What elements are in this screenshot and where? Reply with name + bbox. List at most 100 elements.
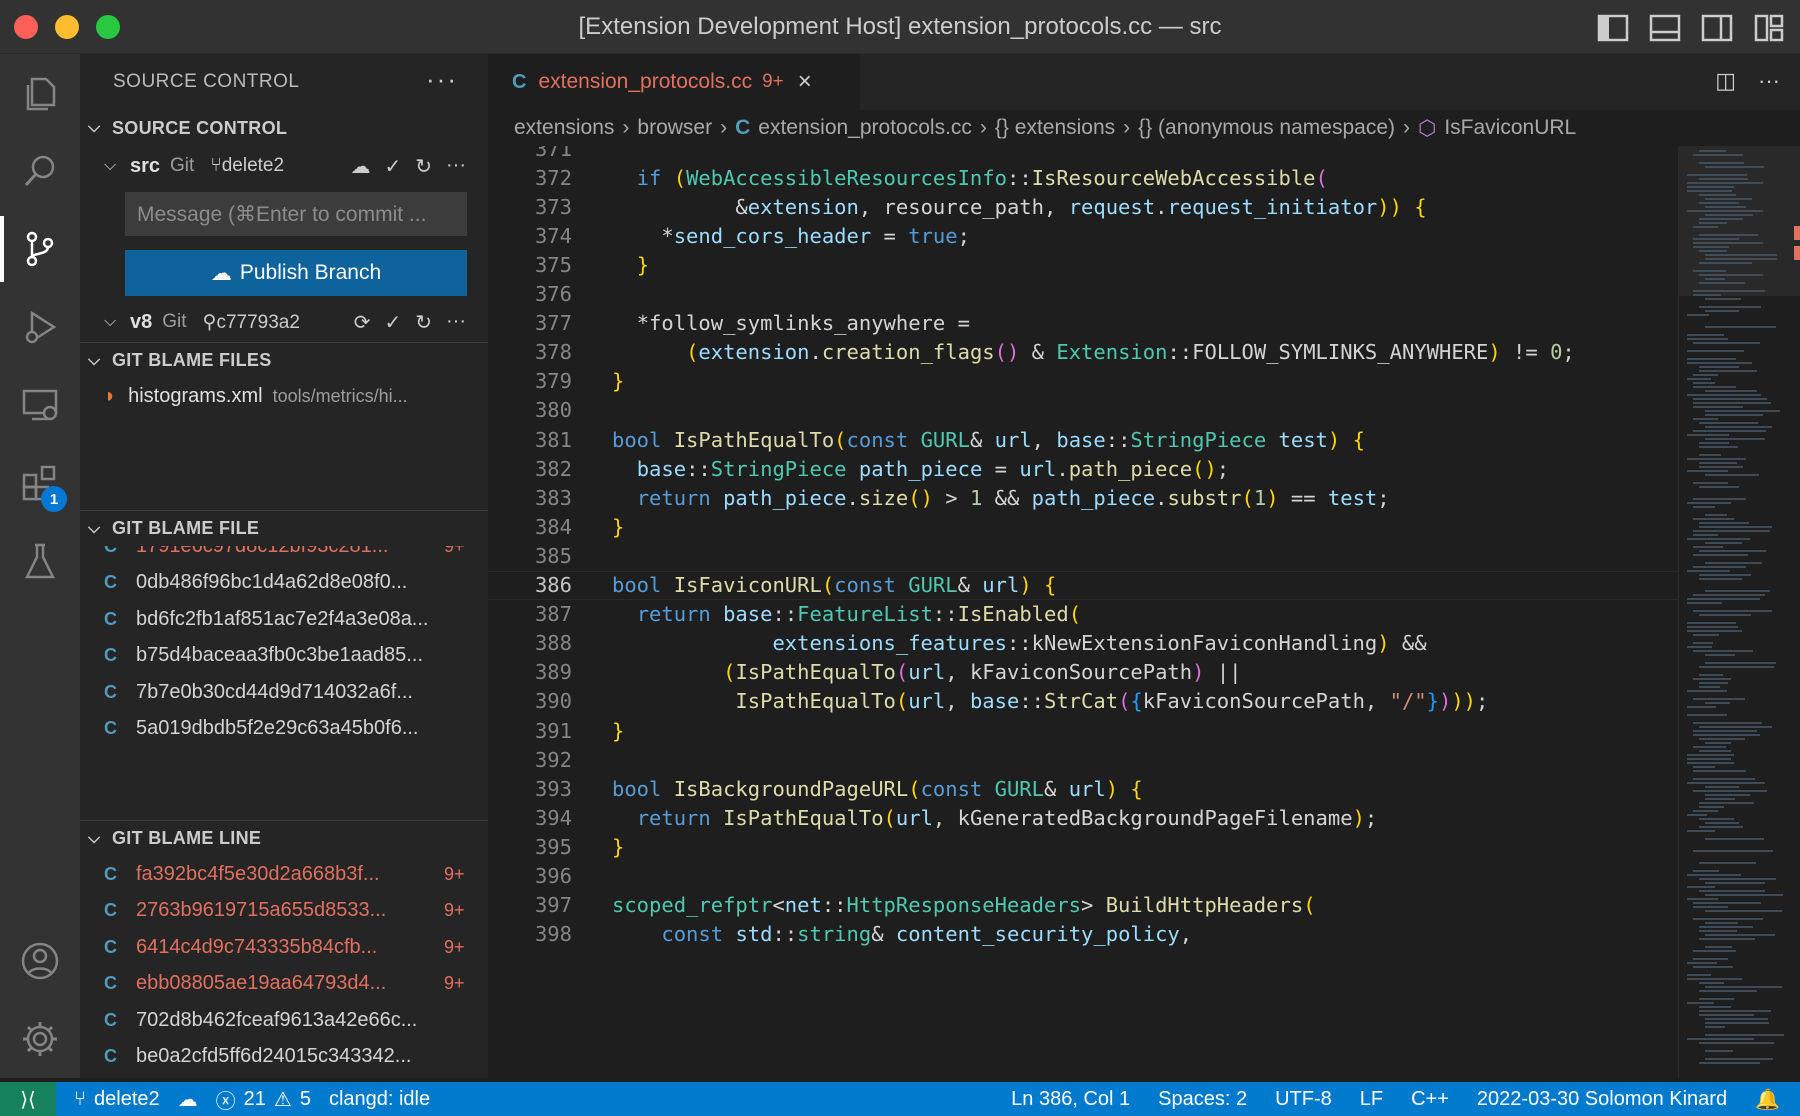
code-line[interactable]: 371 — [488, 146, 1678, 163]
code-line[interactable]: 384} — [488, 512, 1678, 541]
status-problems[interactable]: ⓧ 21 ⚠ 5 — [216, 1085, 311, 1114]
code-line[interactable]: 374 *send_cors_header = true; — [488, 221, 1678, 250]
repo-v8[interactable]: ⌵ v8 Git ⚲c77793a2 ⟳ ✓ ↻ ··· — [80, 302, 488, 342]
breadcrumb-item[interactable]: {} extensions — [995, 116, 1115, 140]
minimap[interactable] — [1678, 146, 1800, 1078]
source-control-activity[interactable] — [0, 210, 80, 288]
more-actions-icon[interactable]: ··· — [446, 310, 466, 335]
commit-check-icon[interactable]: ✓ — [384, 154, 401, 179]
breadcrumb-item[interactable]: extension_protocols.cc — [758, 116, 972, 140]
status-branch[interactable]: ⑂ delete2 — [74, 1088, 160, 1111]
code-line[interactable]: 392 — [488, 745, 1678, 774]
status-eol[interactable]: LF — [1360, 1088, 1383, 1111]
refresh-icon[interactable]: ↻ — [415, 154, 432, 179]
source-control-section-header[interactable]: ⌵ SOURCE CONTROL — [80, 110, 488, 146]
code-line[interactable]: 397 scoped_refptr<net::HttpResponseHeader… — [488, 891, 1678, 920]
remote-indicator[interactable]: ⟩⟨ — [0, 1082, 56, 1116]
breadcrumb-item[interactable]: IsFaviconURL — [1444, 116, 1576, 140]
commit-message-input[interactable]: Message (⌘Enter to commit ... — [125, 192, 467, 236]
code-line[interactable]: 375 } — [488, 250, 1678, 279]
status-cursor-position[interactable]: Ln 386, Col 1 — [1011, 1088, 1130, 1111]
publish-cloud-icon[interactable]: ☁ — [350, 154, 370, 179]
notifications-bell-icon[interactable]: 🔔 — [1755, 1087, 1780, 1112]
git-blame-line-header[interactable]: ⌵ GIT BLAME LINE — [80, 820, 488, 856]
publish-branch-button[interactable]: ☁ Publish Branch — [125, 250, 467, 296]
git-blame-file-header[interactable]: ⌵ GIT BLAME FILE — [80, 510, 488, 546]
more-actions-icon[interactable]: ··· — [446, 154, 466, 179]
status-git-blame[interactable]: 2022-03-30 Solomon Kinard — [1477, 1088, 1727, 1111]
repo-branch[interactable]: ⑂delete2 — [210, 155, 284, 177]
code-line[interactable]: 390 IsPathEqualTo(url, base::StrCat({kFa… — [488, 687, 1678, 716]
split-editor-icon[interactable]: ◫ — [1715, 68, 1736, 94]
extensions-activity[interactable]: 1 — [0, 444, 80, 522]
code-line[interactable]: 385 — [488, 541, 1678, 570]
sync-icon[interactable]: ⟳ — [354, 310, 371, 335]
breadcrumb-item[interactable]: extensions — [514, 116, 614, 140]
code-line[interactable]: 372 if (WebAccessibleResourcesInfo::IsRe… — [488, 163, 1678, 192]
code-text: &extension, resource_path, request.reque… — [735, 194, 1427, 219]
code-line[interactable]: 386 bool IsFaviconURL(const GURL& url) { — [488, 570, 1678, 600]
toggle-primary-sidebar-icon[interactable] — [1596, 13, 1630, 43]
breadcrumb-item[interactable]: browser — [637, 116, 712, 140]
status-publish[interactable]: ☁ — [178, 1087, 198, 1112]
explorer-activity[interactable] — [0, 54, 80, 132]
list-item[interactable]: Cbe0a2cfd5ff6d24015c343342... — [80, 1039, 488, 1076]
code-line[interactable]: 393 bool IsBackgroundPageURL(const GURL& … — [488, 774, 1678, 803]
status-clangd[interactable]: clangd: idle — [329, 1088, 430, 1111]
code-line[interactable]: 389 (IsPathEqualTo(url, kFaviconSourcePa… — [488, 658, 1678, 687]
git-blame-files-header[interactable]: ⌵ GIT BLAME FILES — [80, 342, 488, 378]
blame-file-list[interactable]: C1791e6c97d8c12bf93c281...9+ C0db486f96b… — [80, 546, 488, 742]
code-line[interactable]: 378 (extension.creation_flags() & Extens… — [488, 338, 1678, 367]
list-item[interactable]: Cbd6fc2fb1af851ac7e2f4a3e08a... — [80, 601, 488, 638]
list-item[interactable]: C 7b7e0b30cd44d9d714032a6f... — [80, 674, 488, 711]
code-line[interactable]: 379} — [488, 367, 1678, 396]
customize-layout-icon[interactable] — [1752, 13, 1786, 43]
tab-extension-protocols[interactable]: C extension_protocols.cc 9+ × — [488, 54, 860, 110]
code-line[interactable]: 383 return path_piece.size() > 1 && path… — [488, 483, 1678, 512]
more-actions-icon[interactable]: ··· — [426, 64, 458, 95]
run-debug-activity[interactable] — [0, 288, 80, 366]
list-item[interactable]: Cb75d4baceaa3fb0c3be1aad85... — [80, 638, 488, 675]
status-language[interactable]: C++ — [1411, 1088, 1449, 1111]
list-item[interactable]: C 0db486f96bc1d4a62d8e08f0... — [80, 565, 488, 602]
code-editor[interactable]: 371 372 if (WebAccessibleResourcesInfo::I… — [488, 146, 1678, 1078]
code-line[interactable]: 396 — [488, 862, 1678, 891]
status-encoding[interactable]: UTF-8 — [1275, 1088, 1332, 1111]
code-line[interactable]: 388 extensions_features::kNewExtensionFa… — [488, 629, 1678, 658]
close-icon[interactable]: × — [798, 68, 812, 96]
code-line[interactable]: 398 const std::string& content_security_… — [488, 920, 1678, 949]
testing-activity[interactable] — [0, 522, 80, 600]
code-line[interactable]: 395} — [488, 832, 1678, 861]
commit-check-icon[interactable]: ✓ — [384, 310, 401, 335]
code-line[interactable]: 387 return base::FeatureList::IsEnabled( — [488, 600, 1678, 629]
list-item[interactable]: Cebb08805ae19aa64793d4... 9+ — [80, 966, 488, 1003]
code-line[interactable]: 381 bool IsPathEqualTo(const GURL& url, b… — [488, 425, 1678, 454]
status-indentation[interactable]: Spaces: 2 — [1158, 1088, 1247, 1111]
code-line[interactable]: 380 — [488, 396, 1678, 425]
code-text: extensions_features::kNewExtensionFavico… — [772, 631, 1427, 656]
breadcrumb-item[interactable]: {} (anonymous namespace) — [1138, 116, 1395, 140]
code-line[interactable]: 377 *follow_symlinks_anywhere = — [488, 309, 1678, 338]
code-line[interactable]: 394 return IsPathEqualTo(url, kGenerated… — [488, 803, 1678, 832]
more-actions-icon[interactable]: ··· — [1758, 68, 1780, 94]
search-activity[interactable] — [0, 132, 80, 210]
blame-file-item[interactable]: ◗ histograms.xml tools/metrics/hi... — [80, 378, 488, 414]
code-line[interactable]: 376 — [488, 280, 1678, 309]
list-item[interactable]: C 702d8b462fceaf9613a42e66c... — [80, 1002, 488, 1039]
repo-commit[interactable]: ⚲c77793a2 — [203, 311, 300, 334]
code-line[interactable]: 373 &extension, resource_path, request.r… — [488, 192, 1678, 221]
list-item[interactable]: C 6414c4d9c743335b84cfb... 9+ — [80, 929, 488, 966]
list-item[interactable]: C 5a019dbdb5f2e29c63a45b0f6... — [80, 711, 488, 743]
accounts-activity[interactable] — [0, 922, 80, 1000]
code-line[interactable]: 391} — [488, 716, 1678, 745]
refresh-icon[interactable]: ↻ — [415, 310, 432, 335]
toggle-panel-icon[interactable] — [1648, 13, 1682, 43]
code-line[interactable]: 382 base::StringPiece path_piece = url.p… — [488, 454, 1678, 483]
list-item[interactable]: Cfa392bc4f5e30d2a668b3f... 9+ — [80, 856, 488, 893]
list-item[interactable]: C1791e6c97d8c12bf93c281...9+ — [80, 546, 488, 565]
toggle-secondary-sidebar-icon[interactable] — [1700, 13, 1734, 43]
remote-explorer-activity[interactable] — [0, 366, 80, 444]
repo-src[interactable]: ⌵ src Git ⑂delete2 ☁ ✓ ↻ ··· — [80, 146, 488, 186]
list-item[interactable]: C 2763b9619715a655d8533... 9+ — [80, 893, 488, 930]
manage-activity[interactable] — [0, 1000, 80, 1078]
